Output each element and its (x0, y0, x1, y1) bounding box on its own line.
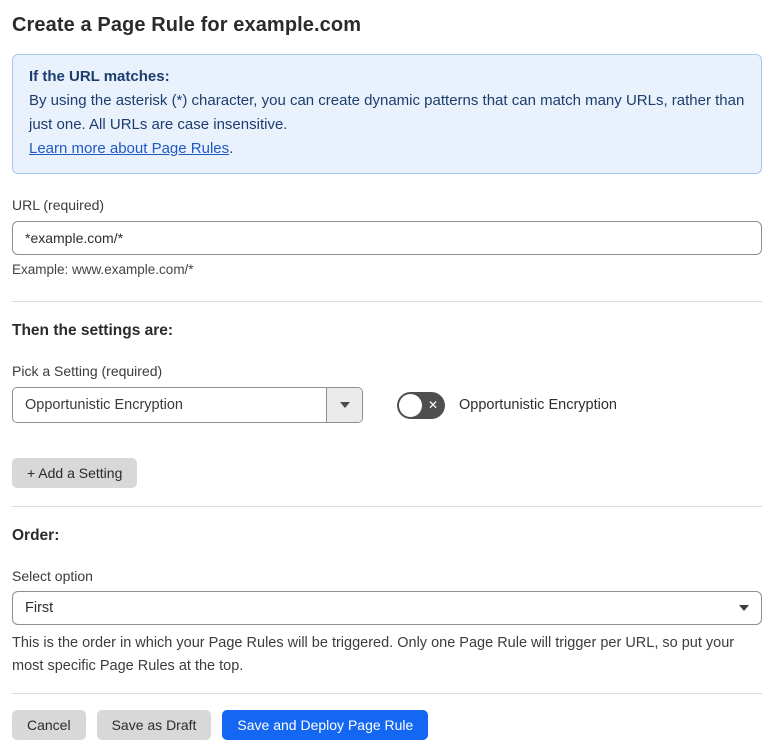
order-select-label: Select option (12, 568, 93, 584)
order-select-value: First (25, 600, 54, 616)
url-matches-info-box: If the URL matches: By using the asteris… (12, 54, 762, 174)
setting-dropdown[interactable]: Opportunistic Encryption (12, 387, 363, 423)
setting-row: Opportunistic Encryption ✕ Opportunistic… (12, 387, 762, 423)
opportunistic-encryption-toggle[interactable]: ✕ (397, 391, 445, 419)
order-select[interactable]: First (12, 591, 762, 625)
info-box-heading: If the URL matches: (29, 68, 170, 85)
create-page-rule-panel: Create a Page Rule for example.com If th… (0, 0, 775, 740)
add-setting-button[interactable]: + Add a Setting (12, 458, 138, 488)
toggle-off-x-icon: ✕ (427, 397, 438, 412)
divider-url-settings (12, 301, 762, 302)
chevron-down-icon (339, 402, 350, 408)
page-title: Create a Page Rule for example.com (12, 14, 362, 36)
order-section-heading: Order: (12, 527, 60, 544)
settings-section-heading: Then the settings are: (12, 322, 174, 339)
divider-settings-order (12, 506, 762, 507)
setting-dropdown-arrow-button[interactable] (326, 388, 362, 422)
learn-more-link[interactable]: Learn more about Page Rules (29, 140, 229, 157)
save-deploy-button[interactable]: Save and Deploy Page Rule (222, 710, 429, 740)
cancel-button[interactable]: Cancel (12, 710, 86, 740)
divider-footer (12, 693, 762, 694)
pick-setting-label: Pick a Setting (required) (12, 363, 163, 379)
toggle-label: Opportunistic Encryption (459, 397, 617, 413)
footer-actions: Cancel Save as Draft Save and Deploy Pag… (12, 710, 762, 740)
url-example-hint: Example: www.example.com/* (12, 262, 194, 277)
url-field-label: URL (required) (12, 197, 105, 213)
info-box-link-line: Learn more about Page Rules. (29, 137, 745, 161)
order-help-text: This is the order in which your Page Rul… (12, 635, 735, 674)
link-suffix: . (229, 140, 234, 157)
save-draft-button[interactable]: Save as Draft (96, 710, 212, 740)
select-chevron-down-icon (739, 605, 749, 611)
setting-dropdown-value: Opportunistic Encryption (25, 397, 183, 413)
opportunistic-encryption-toggle-group: ✕ Opportunistic Encryption (397, 391, 617, 419)
info-box-body: By using the asterisk (*) character, you… (29, 92, 745, 133)
url-input[interactable] (12, 221, 762, 255)
toggle-knob (399, 393, 422, 417)
